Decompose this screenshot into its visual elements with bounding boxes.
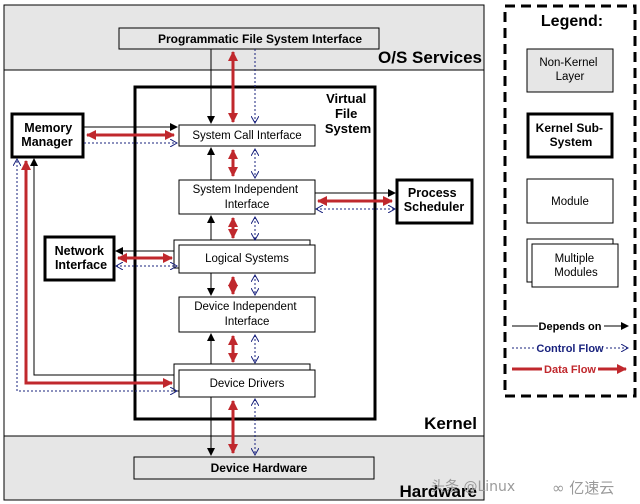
legend-module-label: Module bbox=[551, 196, 589, 208]
vfs-architecture-diagram: O/S Services Kernel Hardware Programmati… bbox=[3, 4, 637, 501]
process-scheduler-label: Process Scheduler bbox=[404, 186, 465, 214]
cloud-logo-icon: ∞ bbox=[552, 479, 565, 497]
os-services-label: O/S Services bbox=[378, 48, 482, 67]
legend-multiple-modules-swatch bbox=[531, 243, 619, 288]
watermark-right-text: 亿速云 bbox=[569, 479, 615, 497]
watermark-right: ∞ 亿速云 bbox=[552, 477, 614, 498]
kernel-label: Kernel bbox=[424, 414, 477, 433]
legend-depends-on-label: Depends on bbox=[539, 321, 602, 333]
vfs-title-line-2: File bbox=[335, 106, 357, 121]
vfs-title-line-1: Virtual bbox=[326, 91, 366, 106]
legend-data-flow-label: Data Flow bbox=[544, 364, 596, 376]
device-drivers-label: Device Drivers bbox=[210, 378, 285, 390]
vfs-title-line-3: System bbox=[325, 121, 371, 136]
legend-control-flow-label: Control Flow bbox=[536, 343, 604, 355]
legend-title: Legend: bbox=[541, 13, 603, 30]
system-call-interface-label: System Call Interface bbox=[192, 130, 301, 142]
programmatic-fs-interface-label: Programmatic File System Interface bbox=[158, 32, 362, 46]
network-interface-label: Network Interface bbox=[55, 244, 108, 272]
watermark-left: 头条 @Linux bbox=[431, 479, 516, 495]
device-hardware-label: Device Hardware bbox=[211, 461, 308, 475]
memory-manager-label: Memory Manager bbox=[21, 121, 75, 149]
legend: Legend: Non-Kernel Layer Kernel Sub- Sys… bbox=[503, 4, 637, 398]
logical-systems-label: Logical Systems bbox=[205, 253, 289, 265]
